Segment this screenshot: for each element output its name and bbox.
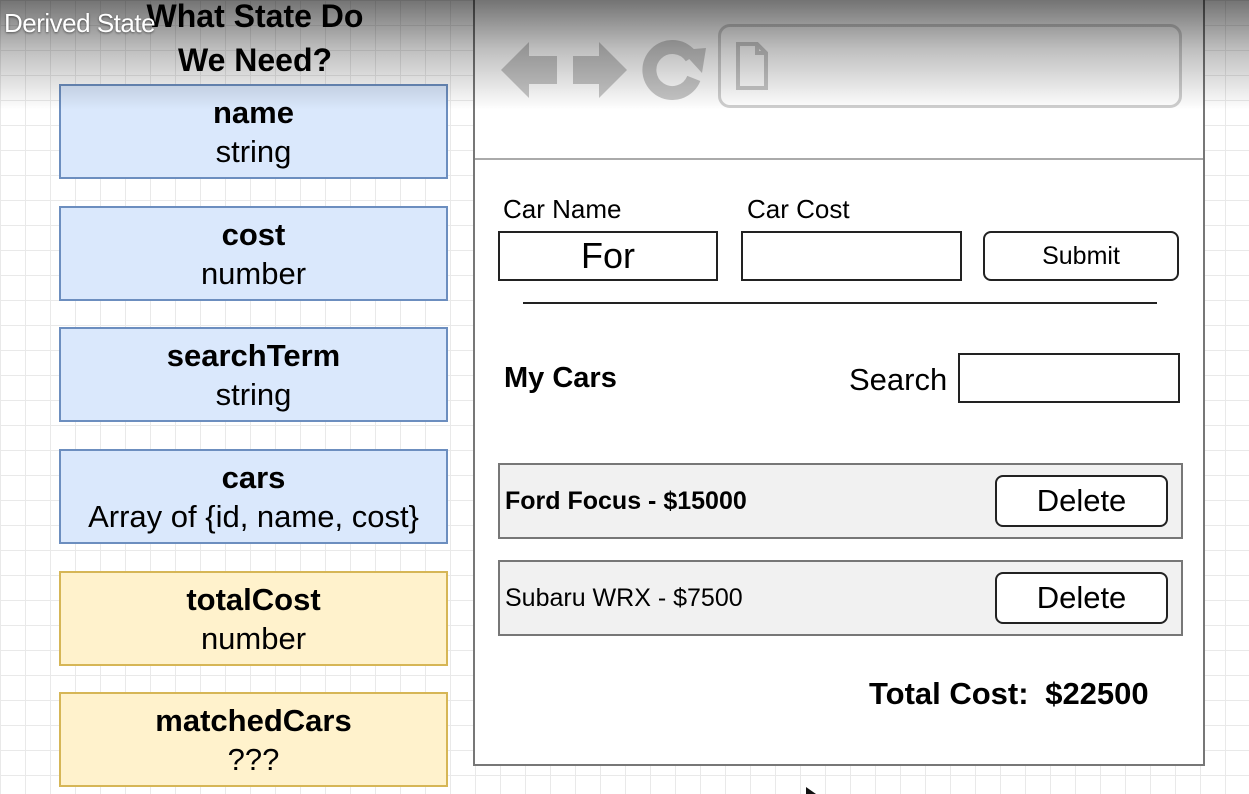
state-box-search-term: searchTerm string	[59, 327, 448, 422]
state-type: number	[200, 620, 307, 656]
car-name-label: Car Name	[503, 194, 622, 224]
address-bar[interactable]	[718, 24, 1182, 108]
state-name: cars	[221, 459, 286, 495]
search-input[interactable]	[958, 353, 1180, 403]
state-box-total-cost: totalCost number	[59, 571, 448, 666]
car-cost-label: Car Cost	[747, 194, 850, 224]
total-cost-value: $22500	[1045, 676, 1149, 711]
search-label: Search	[849, 362, 948, 397]
heading-line-2: We Need?	[177, 42, 333, 78]
car-row-text: Ford Focus - $15000	[505, 487, 747, 515]
car-list-row: Ford Focus - $15000 Delete	[498, 463, 1183, 539]
delete-button[interactable]: Delete	[995, 572, 1168, 624]
state-box-cars: cars Array of {id, name, cost}	[59, 449, 448, 544]
delete-button[interactable]: Delete	[995, 475, 1168, 527]
car-list-row: Subaru WRX - $7500 Delete	[498, 560, 1183, 636]
nav-icons	[499, 40, 709, 105]
car-row-text: Subaru WRX - $7500	[505, 584, 743, 612]
state-name: cost	[221, 216, 286, 252]
browser-mockup: Car Name For Car Cost Submit My Cars Sea…	[473, 0, 1205, 766]
form-divider	[523, 302, 1157, 304]
submit-button[interactable]: Submit	[983, 231, 1179, 281]
video-title: Derived State	[4, 8, 156, 38]
nav-icons-svg	[501, 40, 706, 100]
state-name: totalCost	[186, 581, 321, 617]
my-cars-title: My Cars	[504, 362, 617, 394]
state-name: matchedCars	[155, 702, 352, 738]
back-arrow-icon[interactable]	[501, 42, 557, 98]
state-type: string	[215, 133, 292, 169]
state-type: number	[200, 255, 307, 291]
car-name-input[interactable]: For	[498, 231, 718, 281]
total-cost: Total Cost: $22500	[869, 676, 1149, 712]
mouse-cursor-icon	[806, 787, 816, 794]
refresh-icon[interactable]	[642, 40, 706, 100]
state-box-name: name string	[59, 84, 448, 179]
browser-toolbar	[475, 0, 1203, 160]
car-cost-input[interactable]	[741, 231, 962, 281]
state-name: searchTerm	[166, 337, 341, 373]
state-type: Array of {id, name, cost}	[88, 498, 419, 534]
total-cost-label: Total Cost:	[869, 676, 1029, 711]
state-name: name	[213, 94, 294, 130]
state-box-matched-cars: matchedCars ???	[59, 692, 448, 787]
forward-arrow-icon[interactable]	[573, 42, 627, 98]
state-type: string	[215, 376, 292, 412]
state-type: ???	[227, 741, 280, 777]
state-box-cost: cost number	[59, 206, 448, 301]
page-icon	[736, 42, 768, 90]
